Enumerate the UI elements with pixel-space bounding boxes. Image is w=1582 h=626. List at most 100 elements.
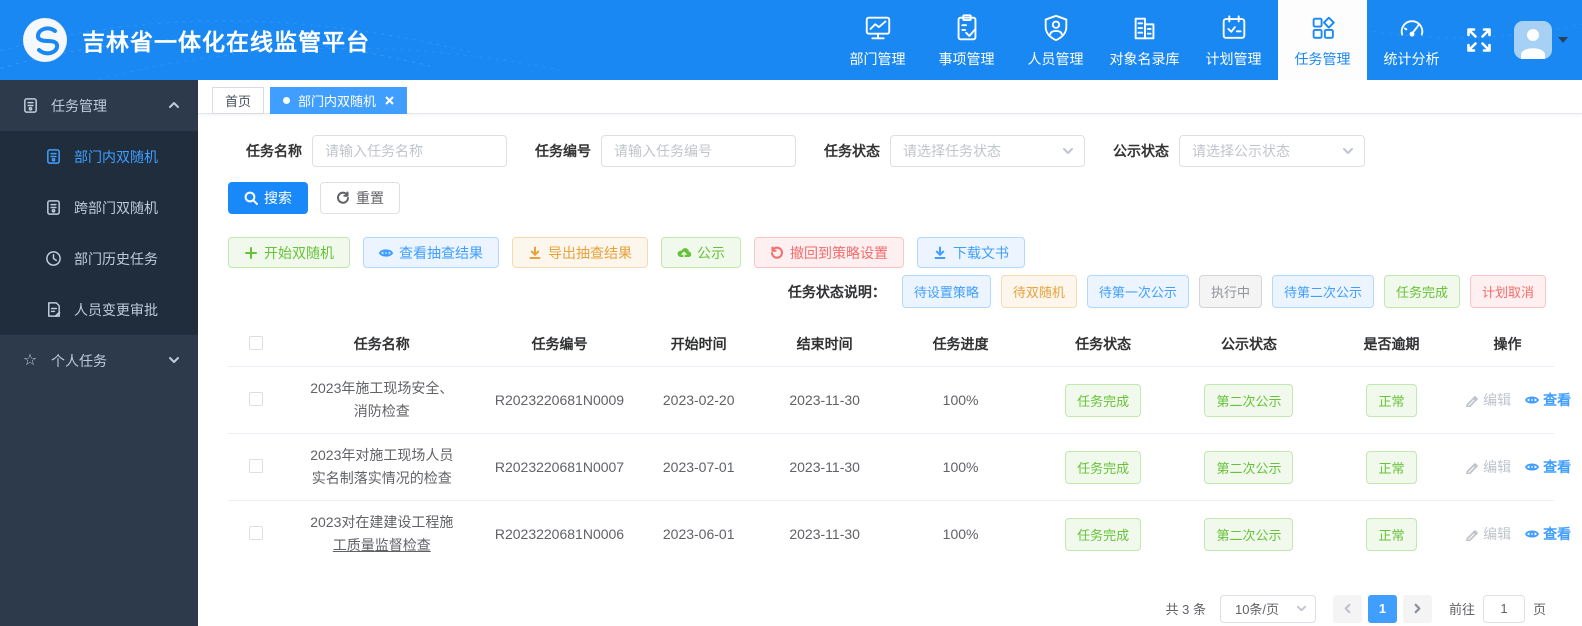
download-documents-button[interactable]: 下载文书 (917, 237, 1025, 268)
view-link[interactable]: 查看 (1525, 457, 1571, 477)
user-menu-caret-icon[interactable] (1558, 37, 1568, 43)
task-code-input[interactable] (601, 135, 796, 167)
main-content: 首页 部门内双随机 任务名称 任务编号 任务状态 (198, 80, 1582, 626)
sidebar-item-cross-department-double-random[interactable]: 跨部门双随机 (0, 182, 198, 233)
grid-diamond-icon (1308, 11, 1338, 45)
nav-item-department[interactable]: 部门管理 (833, 0, 922, 80)
edit-link[interactable]: 编辑 (1465, 524, 1511, 544)
app-header: 吉林省一体化在线监管平台 部门管理 事项管理 人员管理 对象名录库 计划管理 任… (0, 0, 1582, 80)
page-size-value: 10条/页 (1234, 602, 1280, 618)
start-time-cell: 2023-02-20 (639, 365, 759, 434)
clock-icon (44, 250, 62, 268)
revert-to-strategy-button[interactable]: 撤回到策略设置 (754, 237, 904, 268)
col-header-end-time: 结束时间 (796, 336, 853, 352)
task-name-cell: 2023年施工现场安全、 消防检查 (283, 365, 480, 434)
col-header-public-status: 公示状态 (1220, 336, 1277, 352)
nav-item-personnel[interactable]: 人员管理 (1011, 0, 1100, 80)
nav-label: 计划管理 (1205, 51, 1262, 67)
chevron-up-icon (168, 98, 180, 114)
pencil-icon (1466, 530, 1479, 542)
sidebar-item-intra-department-double-random[interactable]: 部门内双随机 (0, 131, 198, 182)
view-link[interactable]: 查看 (1525, 390, 1571, 410)
sidebar-item-personnel-change-approval[interactable]: 人员变更审批 (0, 284, 198, 335)
table-header-row: 任务名称 任务编号 开始时间 结束时间 任务进度 任务状态 公示状态 是否逾期 … (228, 321, 1554, 367)
nav-item-statistics[interactable]: 统计分析 (1367, 0, 1456, 80)
task-code-cell: R2023220681N0007 (479, 433, 640, 501)
prev-page-button[interactable] (1332, 594, 1362, 623)
filter-form: 任务名称 任务编号 任务状态 请选择任务状态 公示状态 请选择公示状态 (246, 135, 1582, 167)
select-all-checkbox[interactable] (248, 335, 263, 350)
chevron-down-icon (1063, 148, 1073, 154)
public-status-placeholder: 请选择公示状态 (1192, 143, 1290, 159)
reset-button[interactable]: 重置 (320, 182, 400, 214)
task-status-select[interactable]: 请选择任务状态 (890, 135, 1085, 167)
avatar[interactable] (1514, 21, 1552, 59)
progress-cell: 100% (890, 433, 1031, 501)
page-size-select[interactable]: 10条/页 (1219, 594, 1316, 623)
row-checkbox[interactable] (248, 391, 263, 406)
task-table: 任务名称 任务编号 开始时间 结束时间 任务进度 任务状态 公示状态 是否逾期 … (228, 321, 1571, 568)
sidebar-item-label: 部门内双随机 (74, 148, 158, 165)
sidebar-group-label: 任务管理 (51, 97, 107, 114)
edit-link[interactable]: 编辑 (1465, 390, 1511, 410)
task-name-cell: 2023对在建建设工程施 工质量监督检查 (283, 500, 480, 568)
tab-home[interactable]: 首页 (212, 87, 265, 114)
end-time-cell: 2023-11-30 (758, 365, 891, 434)
progress-cell: 100% (890, 365, 1031, 434)
journal-icon (44, 148, 62, 166)
chevron-down-icon (168, 353, 180, 369)
row-checkbox[interactable] (248, 525, 263, 540)
publicize-button[interactable]: 公示 (661, 237, 741, 268)
pencil-icon (1466, 396, 1479, 408)
next-page-button[interactable] (1402, 594, 1432, 623)
task-name-input[interactable] (312, 135, 507, 167)
nav-item-task[interactable]: 任务管理 (1278, 0, 1367, 80)
col-header-task-name: 任务名称 (353, 336, 410, 352)
logo-icon (23, 18, 67, 62)
edit-link[interactable]: 编辑 (1465, 457, 1511, 477)
sidebar-item-label: 部门历史任务 (74, 250, 158, 267)
nav-item-plan[interactable]: 计划管理 (1189, 0, 1278, 80)
task-status-placeholder: 请选择任务状态 (903, 143, 1001, 159)
nav-item-matters[interactable]: 事项管理 (922, 0, 1011, 80)
start-double-random-button[interactable]: 开始双随机 (228, 237, 350, 268)
sidebar-group-personal-tasks[interactable]: ☆ 个人任务 (0, 335, 198, 386)
plus-icon (244, 246, 258, 260)
sidebar-group-task-management[interactable]: 任务管理 (0, 80, 198, 131)
journal-icon (21, 97, 39, 115)
legend-badge-task-complete: 任务完成 (1383, 275, 1460, 308)
table-row: 2023年对施工现场人员 实名制落实情况的检查 R2023220681N0007… (228, 433, 1571, 501)
action-button-label: 查看抽查结果 (399, 244, 483, 261)
sidebar-item-department-history-tasks[interactable]: 部门历史任务 (0, 233, 198, 284)
nav-item-object-directory[interactable]: 对象名录库 (1100, 0, 1189, 80)
goto-label: 前往 (1448, 602, 1475, 618)
pencil-icon (1466, 463, 1479, 475)
overdue-badge: 正常 (1366, 383, 1417, 417)
public-status-badge: 第二次公示 (1204, 383, 1294, 417)
page-number-1[interactable]: 1 (1367, 594, 1397, 623)
fullscreen-icon[interactable] (1456, 0, 1502, 80)
journal-icon (44, 199, 62, 217)
eye-icon (1525, 463, 1540, 471)
sidebar-item-label: 跨部门双随机 (74, 199, 158, 216)
calendar-check-icon (1219, 11, 1249, 45)
shield-user-icon (1041, 11, 1071, 45)
chevron-down-icon (1343, 148, 1353, 154)
task-status-badge: 任务完成 (1065, 517, 1142, 551)
row-checkbox[interactable] (248, 458, 263, 473)
export-inspection-results-button[interactable]: 导出抽查结果 (512, 237, 648, 268)
tab-intra-department-double-random[interactable]: 部门内双随机 (270, 87, 408, 114)
search-button[interactable]: 搜索 (228, 182, 308, 214)
view-inspection-results-button[interactable]: 查看抽查结果 (363, 237, 499, 268)
chevron-down-icon (1296, 605, 1307, 612)
legend-badge-pending-double-random: 待双随机 (1000, 275, 1077, 308)
view-link[interactable]: 查看 (1525, 524, 1571, 544)
goto-page-input[interactable] (1482, 594, 1525, 623)
clipboard-check-icon (952, 11, 982, 45)
action-button-label: 下载文书 (953, 244, 1009, 261)
public-status-badge: 第二次公示 (1204, 517, 1294, 551)
nav-label: 对象名录库 (1109, 51, 1180, 67)
close-icon[interactable] (385, 96, 394, 105)
public-status-select[interactable]: 请选择公示状态 (1179, 135, 1365, 167)
status-legend: 任务状态说明： 待设置策略 待双随机 待第一次公示 执行中 待第二次公示 任务完… (198, 275, 1546, 308)
